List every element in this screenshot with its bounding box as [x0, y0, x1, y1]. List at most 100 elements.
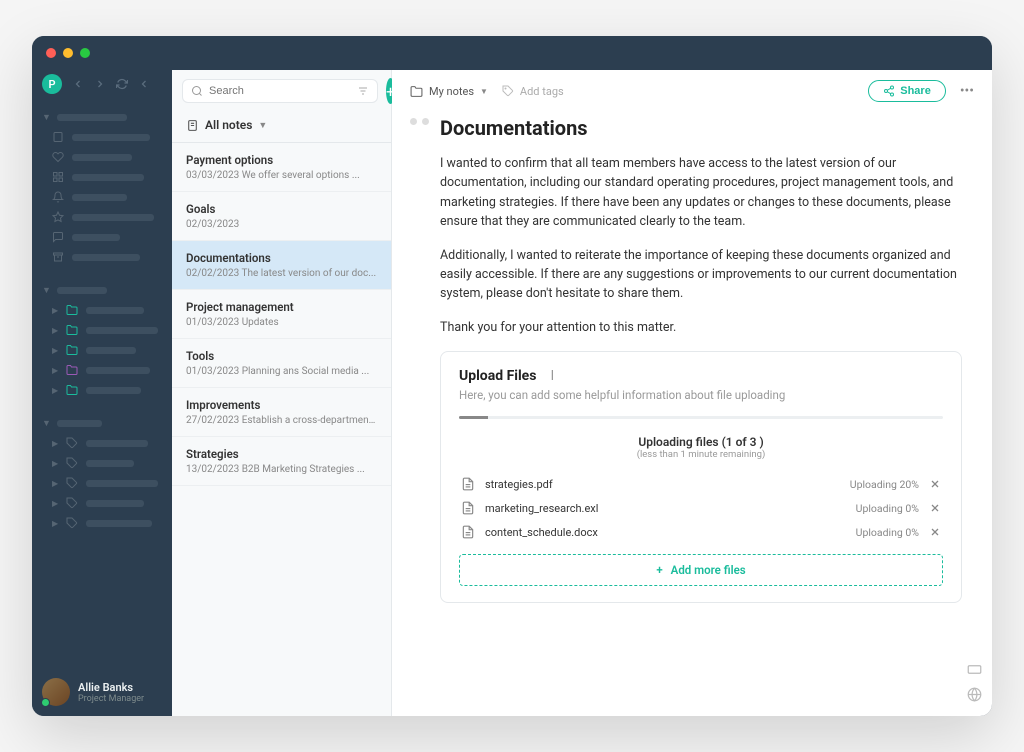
user-name: Allie Banks — [78, 681, 144, 694]
plus-icon: + — [656, 563, 662, 577]
note-meta: 02/03/2023 — [186, 219, 377, 230]
bell-icon — [52, 191, 64, 203]
collapse-icon[interactable] — [138, 78, 150, 90]
file-icon — [461, 525, 475, 539]
sidebar-item[interactable] — [42, 227, 162, 247]
sidebar-folder[interactable]: ▶ — [42, 360, 162, 380]
sidebar-section-header[interactable]: ▼ — [42, 281, 162, 300]
user-profile[interactable]: Allie Banks Project Manager — [32, 668, 172, 716]
sidebar-item[interactable] — [42, 127, 162, 147]
search-icon — [191, 85, 203, 97]
sidebar-tag[interactable]: ▶ — [42, 473, 162, 493]
sidebar-folder[interactable]: ▶ — [42, 320, 162, 340]
archive-icon — [52, 251, 64, 263]
add-tags[interactable]: Add tags — [502, 85, 564, 98]
share-icon — [883, 85, 895, 97]
uploading-remaining: (less than 1 minute remaining) — [459, 449, 943, 460]
sidebar-section-header[interactable]: ▼ — [42, 414, 162, 433]
sidebar-item[interactable] — [42, 147, 162, 167]
filter-icon[interactable] — [357, 85, 369, 97]
sidebar-item[interactable] — [42, 247, 162, 267]
sidebar-folder[interactable]: ▶ — [42, 340, 162, 360]
search-input[interactable] — [182, 79, 378, 103]
file-row: marketing_research.exl Uploading 0% — [459, 496, 943, 520]
cancel-upload-button[interactable] — [929, 502, 941, 514]
upload-card: Upload FilesI Here, you can add some hel… — [440, 351, 962, 603]
workspace-badge[interactable]: P — [42, 74, 62, 94]
search-field[interactable] — [209, 85, 351, 97]
file-name: marketing_research.exl — [485, 502, 846, 515]
file-icon — [461, 477, 475, 491]
note-item[interactable]: Tools01/03/2023 Planning ans Social medi… — [172, 339, 391, 388]
window-maximize[interactable] — [80, 48, 90, 58]
file-name: content_schedule.docx — [485, 526, 846, 539]
note-title: Goals — [186, 202, 377, 216]
globe-icon[interactable] — [967, 687, 982, 702]
notes-panel: + All notes ▼ Payment options03/03/2023 … — [172, 70, 392, 716]
sidebar-tag[interactable]: ▶ — [42, 453, 162, 473]
doc-status-dots — [410, 118, 429, 125]
doc-paragraph[interactable]: Additionally, I wanted to reiterate the … — [440, 246, 962, 304]
note-meta: 01/03/2023 Updates — [186, 317, 377, 328]
folder-icon — [66, 344, 78, 356]
cancel-upload-button[interactable] — [929, 526, 941, 538]
note-item[interactable]: Documentations 02/02/2023 The latest vers… — [172, 241, 391, 290]
cancel-upload-button[interactable] — [929, 478, 941, 490]
file-status: Uploading 0% — [856, 526, 919, 539]
doc-paragraph[interactable]: Thank you for your attention to this mat… — [440, 318, 962, 337]
share-button[interactable]: Share — [868, 80, 946, 102]
file-icon — [461, 501, 475, 515]
note-title: Payment options — [186, 153, 377, 167]
note-item[interactable]: Strategies13/02/2023 B2B Marketing Strat… — [172, 437, 391, 486]
window-close[interactable] — [46, 48, 56, 58]
user-role: Project Manager — [78, 694, 144, 704]
tag-icon — [66, 457, 78, 469]
sidebar-folder[interactable]: ▶ — [42, 380, 162, 400]
sidebar-item[interactable] — [42, 167, 162, 187]
notes-header[interactable]: All notes ▼ — [172, 112, 391, 143]
folder-icon — [66, 324, 78, 336]
add-more-files-button[interactable]: + Add more files — [459, 554, 943, 586]
sidebar-item[interactable] — [42, 187, 162, 207]
sidebar-section-header[interactable]: ▼ — [42, 108, 162, 127]
note-meta: 02/02/2023 The latest version of our doc… — [186, 268, 377, 279]
doc-paragraph[interactable]: I wanted to confirm that all team member… — [440, 154, 962, 232]
nav-forward-icon[interactable] — [94, 78, 106, 90]
tag-icon — [502, 85, 514, 97]
refresh-icon[interactable] — [116, 78, 128, 90]
folder-icon — [66, 304, 78, 316]
note-title: Documentations — [186, 251, 377, 265]
file-row: strategies.pdf Uploading 20% — [459, 472, 943, 496]
nav-back-icon[interactable] — [72, 78, 84, 90]
sidebar-item[interactable] — [42, 207, 162, 227]
keyboard-icon[interactable] — [967, 662, 982, 677]
sidebar-tag[interactable]: ▶ — [42, 433, 162, 453]
tag-icon — [66, 477, 78, 489]
note-item[interactable]: Project management 01/03/2023 Updates — [172, 290, 391, 339]
star-icon — [52, 211, 64, 223]
window-minimize[interactable] — [63, 48, 73, 58]
note-title: Project management — [186, 300, 377, 314]
breadcrumb[interactable]: My notes ▼ — [410, 85, 488, 98]
note-title: Strategies — [186, 447, 377, 461]
avatar — [42, 678, 70, 706]
file-name: strategies.pdf — [485, 478, 840, 491]
sidebar-folder[interactable]: ▶ — [42, 300, 162, 320]
content-area: My notes ▼ Add tags Share ••• Documentat… — [392, 70, 992, 716]
file-status: Uploading 20% — [850, 478, 919, 491]
file-status: Uploading 0% — [856, 502, 919, 515]
uploading-header: Uploading files (1 of 3 ) — [459, 435, 943, 449]
note-item[interactable]: Goals 02/03/2023 — [172, 192, 391, 241]
page-title: Documentations — [440, 116, 962, 140]
note-item[interactable]: Payment options03/03/2023 We offer sever… — [172, 143, 391, 192]
note-title: Improvements — [186, 398, 377, 412]
sidebar-tag[interactable]: ▶ — [42, 513, 162, 533]
sidebar-tag[interactable]: ▶ — [42, 493, 162, 513]
app-window: P ▼ ▼ ▶ ▶ — [32, 36, 992, 716]
status-indicator — [41, 698, 50, 707]
more-menu[interactable]: ••• — [960, 83, 974, 99]
tag-icon — [66, 497, 78, 509]
note-item[interactable]: Improvements27/02/2023 Establish a cross… — [172, 388, 391, 437]
tag-icon — [66, 517, 78, 529]
upload-subtitle: Here, you can add some helpful informati… — [459, 388, 943, 402]
